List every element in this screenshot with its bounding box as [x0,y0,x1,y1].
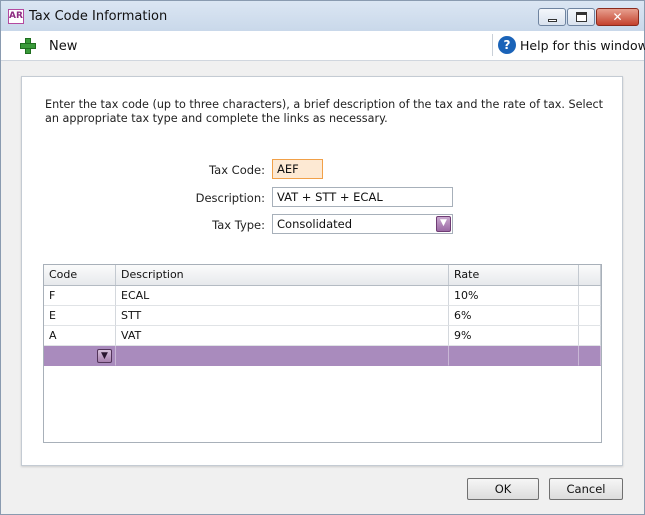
table-row[interactable]: A VAT 9% [44,326,601,346]
description-cell[interactable]: ECAL [116,286,449,306]
help-icon: ? [498,36,516,54]
description-label: Description: [195,191,265,205]
window-title: Tax Code Information [29,9,168,24]
tax-code-input[interactable]: AEF [272,159,323,179]
tax-type-label: Tax Type: [212,218,265,232]
column-header-rate[interactable]: Rate [449,265,579,285]
rate-cell[interactable]: 6% [449,306,579,326]
code-cell[interactable]: E [44,306,116,326]
table-row[interactable]: E STT 6% [44,306,601,326]
column-header-description[interactable]: Description [116,265,449,285]
plus-icon [19,37,37,55]
table-row[interactable]: F ECAL 10% [44,286,601,306]
row-spacer [579,306,601,326]
grid-header: Code Description Rate [44,265,601,286]
close-button[interactable]: ✕ [596,8,639,26]
code-cell[interactable]: A [44,326,116,346]
rate-cell[interactable]: 9% [449,326,579,346]
new-entry-row[interactable]: ▼ [44,346,601,366]
description-input[interactable]: VAT + STT + ECAL [272,187,453,207]
maximize-button[interactable] [567,8,595,26]
chevron-down-icon[interactable]: ▼ [97,349,112,363]
toolbar-separator [492,34,493,56]
title-bar[interactable]: AR Tax Code Information ✕ [1,1,644,31]
tax-type-value: Consolidated [277,217,353,231]
row-spacer [579,286,601,306]
chevron-down-icon[interactable]: ▼ [436,216,451,232]
column-header-code[interactable]: Code [44,265,116,285]
rate-cell-new[interactable] [449,346,579,366]
help-button[interactable]: ? Help for this window [498,34,645,56]
linked-codes-grid: Code Description Rate F ECAL 10% E STT 6… [43,264,602,443]
tax-type-select[interactable]: Consolidated ▼ [272,214,453,234]
maximize-icon [576,12,587,22]
close-icon: ✕ [612,10,623,24]
app-logo-icon: AR [8,9,24,24]
new-label: New [49,39,78,54]
code-cell-new[interactable]: ▼ [44,346,116,366]
column-header-spacer [579,265,601,285]
code-cell[interactable]: F [44,286,116,306]
tax-code-window: AR Tax Code Information ✕ New ? Help for… [0,0,645,515]
help-label: Help for this window [520,38,645,53]
cancel-button[interactable]: Cancel [549,478,623,500]
row-spacer [579,346,601,366]
rate-cell[interactable]: 10% [449,286,579,306]
instructions-text: Enter the tax code (up to three characte… [45,98,604,125]
ok-button[interactable]: OK [467,478,539,500]
description-cell[interactable]: STT [116,306,449,326]
minimize-button[interactable] [538,8,566,26]
description-cell-new[interactable] [116,346,449,366]
tax-code-panel: Enter the tax code (up to three characte… [21,76,623,466]
toolbar: New ? Help for this window [1,31,645,61]
tax-code-label: Tax Code: [209,163,265,177]
description-cell[interactable]: VAT [116,326,449,346]
minimize-icon [548,19,557,22]
row-spacer [579,326,601,346]
